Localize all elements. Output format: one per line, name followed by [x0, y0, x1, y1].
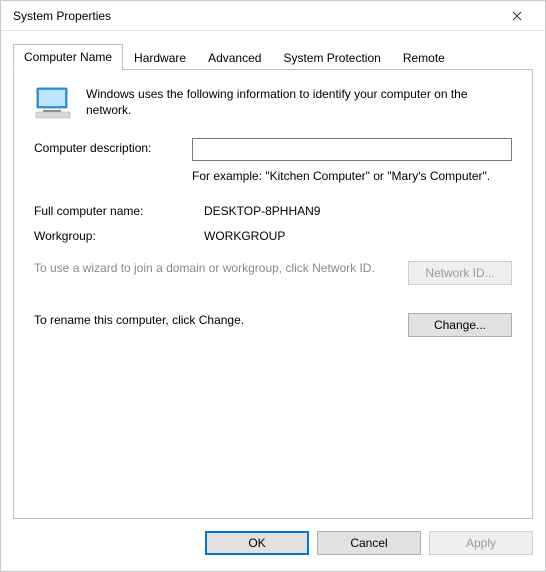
tab-advanced[interactable]: Advanced [197, 45, 272, 70]
computer-description-example: For example: "Kitchen Computer" or "Mary… [192, 169, 512, 185]
network-id-help-text: To use a wizard to join a domain or work… [34, 261, 398, 277]
label-full-computer-name: Full computer name: [34, 201, 204, 218]
tab-computer-name[interactable]: Computer Name [13, 44, 123, 70]
computer-icon [34, 86, 74, 120]
row-full-computer-name: Full computer name: DESKTOP-8PHHAN9 [34, 201, 512, 218]
close-icon[interactable] [497, 2, 537, 30]
row-computer-description: Computer description: For example: "Kitc… [34, 138, 512, 185]
dialog-body: Computer Name Hardware Advanced System P… [1, 31, 545, 519]
row-workgroup: Workgroup: WORKGROUP [34, 226, 512, 243]
intro-row: Windows uses the following information t… [34, 86, 512, 120]
change-help-text: To rename this computer, click Change. [34, 313, 398, 329]
value-full-computer-name: DESKTOP-8PHHAN9 [204, 201, 512, 218]
network-id-button: Network ID... [408, 261, 512, 285]
row-network-id: To use a wizard to join a domain or work… [34, 261, 512, 285]
value-workgroup: WORKGROUP [204, 226, 512, 243]
tab-system-protection[interactable]: System Protection [272, 45, 391, 70]
apply-button: Apply [429, 531, 533, 555]
intro-text: Windows uses the following information t… [86, 86, 512, 120]
change-button[interactable]: Change... [408, 313, 512, 337]
label-workgroup: Workgroup: [34, 226, 204, 243]
computer-description-input[interactable] [192, 138, 512, 161]
titlebar: System Properties [1, 1, 545, 31]
system-properties-window: System Properties Computer Name Hardware… [0, 0, 546, 572]
window-title: System Properties [13, 9, 497, 23]
ok-button[interactable]: OK [205, 531, 309, 555]
tab-hardware[interactable]: Hardware [123, 45, 197, 70]
cancel-button[interactable]: Cancel [317, 531, 421, 555]
label-computer-description: Computer description: [34, 138, 192, 155]
tab-panel-computer-name: Windows uses the following information t… [13, 69, 533, 519]
dialog-button-row: OK Cancel Apply [1, 519, 545, 571]
tab-remote[interactable]: Remote [392, 45, 456, 70]
tab-strip: Computer Name Hardware Advanced System P… [13, 43, 533, 69]
row-change: To rename this computer, click Change. C… [34, 313, 512, 337]
